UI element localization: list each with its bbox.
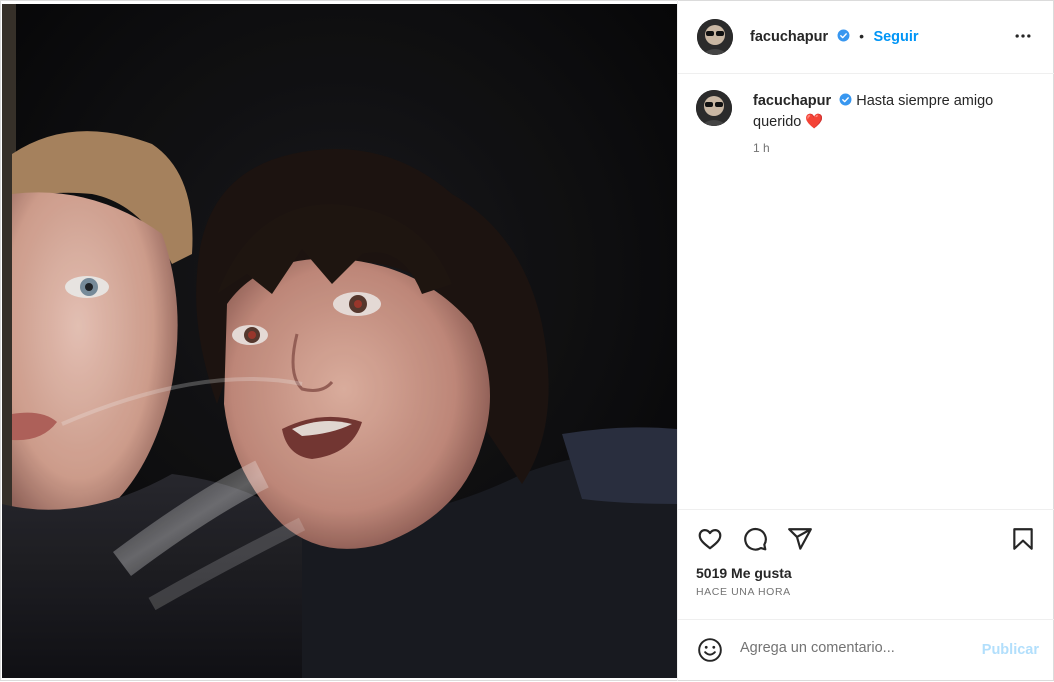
post-header: facuchapur • Seguir xyxy=(678,0,1054,74)
author-avatar[interactable] xyxy=(697,19,733,55)
avatar-image xyxy=(696,90,732,126)
photo-illustration xyxy=(2,4,677,678)
follow-button[interactable]: Seguir xyxy=(873,29,918,45)
posted-time[interactable]: HACE UNA HORA xyxy=(696,586,791,598)
comment-input[interactable] xyxy=(740,640,970,656)
author-username[interactable]: facuchapur xyxy=(750,29,828,45)
verified-icon xyxy=(837,29,850,42)
caption-time[interactable]: 1 h xyxy=(753,141,770,155)
caption-username[interactable]: facuchapur xyxy=(753,93,831,109)
share-icon[interactable] xyxy=(787,526,813,552)
comment-icon[interactable] xyxy=(742,526,768,552)
post-image[interactable] xyxy=(2,4,677,678)
verified-icon xyxy=(839,93,852,106)
comment-form: Publicar xyxy=(678,619,1054,682)
heart-emoji: ❤️ xyxy=(805,114,824,130)
avatar-image xyxy=(697,19,733,55)
publish-button[interactable]: Publicar xyxy=(982,642,1039,658)
bookmark-icon[interactable] xyxy=(1010,526,1036,552)
likes-count[interactable]: 5019 Me gusta xyxy=(696,565,792,581)
caption-text-block: facuchapur Hasta siempre amigo querido ❤… xyxy=(753,91,1023,133)
post-side-panel: facuchapur • Seguir facuchapur Hasta sie… xyxy=(677,0,1054,681)
author-line: facuchapur • Seguir xyxy=(750,28,919,46)
caption-avatar[interactable] xyxy=(696,90,732,126)
emoji-icon[interactable] xyxy=(697,637,723,663)
more-options-icon[interactable] xyxy=(1013,26,1033,46)
heart-icon[interactable] xyxy=(697,526,723,552)
actions-section: 5019 Me gusta HACE UNA HORA xyxy=(678,509,1054,620)
separator-dot: • xyxy=(859,28,864,44)
